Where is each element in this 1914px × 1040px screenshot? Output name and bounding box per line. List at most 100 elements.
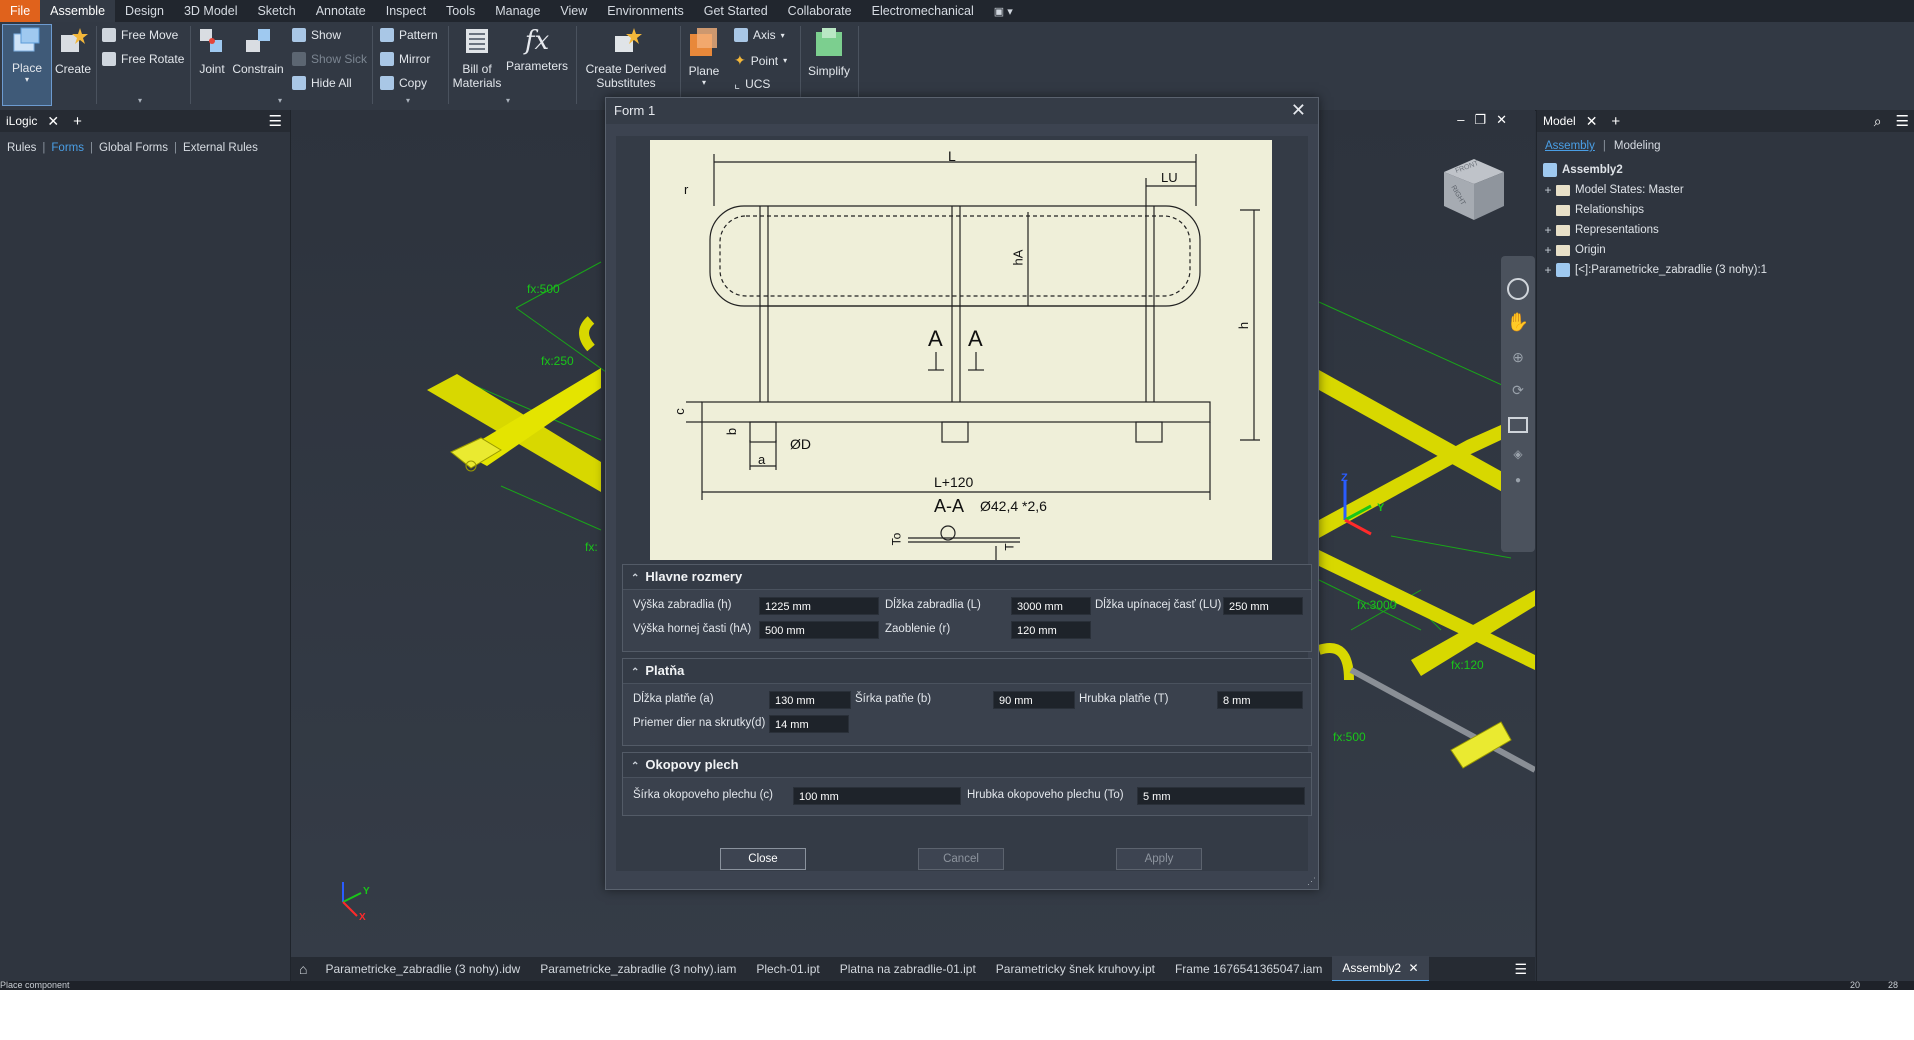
group-header[interactable]: ⌃ Okopovy plech [623, 753, 1311, 778]
assembly-subtab[interactable]: Assembly [1545, 140, 1595, 152]
close-tab-icon[interactable]: ✕ [1408, 961, 1418, 975]
external-rules-link[interactable]: External Rules [183, 142, 258, 154]
document-tab[interactable]: Platna na zabradlie-01.ipt [830, 962, 986, 976]
pattern-button[interactable]: Pattern [380, 28, 438, 42]
manage-panel-caret-icon[interactable]: ▾ [506, 96, 510, 105]
collapse-icon[interactable]: ⌃ [631, 573, 639, 584]
free-rotate-button[interactable]: Free Rotate [102, 52, 184, 66]
sirka-okopoveho-input[interactable]: 100 mm [793, 787, 961, 805]
menu-tools[interactable]: Tools [436, 0, 485, 22]
mirror-button[interactable]: Mirror [380, 52, 430, 66]
tab-list-icon[interactable]: ☰ [1514, 961, 1527, 978]
tree-item[interactable]: + Origin [1543, 240, 1914, 260]
close-button[interactable]: Close [720, 848, 806, 870]
close-icon[interactable]: ✕ [1586, 113, 1598, 130]
expand-icon[interactable]: + [1543, 263, 1553, 277]
create-derived-substitutes-button[interactable]: Create Derived Substitutes [580, 26, 672, 90]
resize-grip-icon[interactable]: ⋰ [1307, 876, 1316, 887]
view-face-icon[interactable]: ◈ [1501, 447, 1535, 461]
document-tab[interactable]: Parametricke_zabradlie (3 nohy).iam [530, 962, 746, 976]
dlzka-zabradlia-input[interactable]: 3000 mm [1011, 597, 1091, 615]
group-header[interactable]: ⌃ Hlavne rozmery [623, 565, 1311, 590]
nav-options-icon[interactable]: ● [1501, 475, 1535, 486]
axis-button[interactable]: Axis ▾ [734, 28, 785, 42]
menu-3d-model[interactable]: 3D Model [174, 0, 248, 22]
menu-inspect[interactable]: Inspect [376, 0, 436, 22]
place-button[interactable]: Place ▾ [2, 24, 52, 106]
close-window-icon[interactable]: ✕ [1496, 112, 1507, 128]
tree-item[interactable]: Relationships [1543, 200, 1914, 220]
dlzka-upinacej-input[interactable]: 250 mm [1223, 597, 1303, 615]
menu-get-started[interactable]: Get Started [694, 0, 778, 22]
tree-root[interactable]: Assembly2 [1543, 160, 1914, 180]
expand-icon[interactable]: + [1543, 183, 1553, 197]
menu-collaborate[interactable]: Collaborate [778, 0, 862, 22]
priemer-dier-input[interactable]: 14 mm [769, 715, 849, 733]
cancel-button[interactable]: Cancel [918, 848, 1004, 870]
apply-button[interactable]: Apply [1116, 848, 1202, 870]
dimension-label[interactable]: fx: [585, 540, 598, 554]
constrain-button[interactable]: Constrain [232, 26, 284, 76]
show-sick-button[interactable]: Show Sick [292, 52, 367, 66]
document-tab[interactable]: Frame 1676541365047.iam [1165, 962, 1332, 976]
menu-assemble[interactable]: Assemble [40, 0, 116, 22]
tree-item[interactable]: + Representations [1543, 220, 1914, 240]
point-button[interactable]: ✦ Point ▾ [734, 52, 787, 69]
document-tab[interactable]: Parametricky šnek kruhovy.ipt [986, 962, 1165, 976]
menu-electromechanical[interactable]: Electromechanical [862, 0, 984, 22]
pattern-panel-caret-icon[interactable]: ▾ [406, 96, 410, 105]
dimension-label[interactable]: fx:500 [527, 282, 560, 296]
restore-icon[interactable]: ❐ [1474, 112, 1486, 128]
vyska-zabradlia-input[interactable]: 1225 mm [759, 597, 879, 615]
home-icon[interactable]: ⌂ [291, 961, 315, 977]
menu-file[interactable]: File [0, 0, 41, 22]
dimension-label[interactable]: fx:500 [1333, 730, 1366, 744]
menu-manage[interactable]: Manage [485, 0, 550, 22]
document-tab[interactable]: Plech-01.ipt [746, 962, 829, 976]
plane-button[interactable]: Plane ▾ [684, 26, 724, 87]
search-icon[interactable]: ⌕ [1874, 113, 1882, 130]
show-button[interactable]: Show [292, 28, 341, 42]
rules-link[interactable]: Rules [7, 142, 36, 154]
dimension-label[interactable]: fx:250 [541, 354, 574, 368]
global-forms-link[interactable]: Global Forms [99, 142, 168, 154]
modeling-subtab[interactable]: Modeling [1614, 140, 1661, 152]
add-tab-icon[interactable]: + [1611, 113, 1620, 130]
hamburger-menu-icon[interactable]: ☰ [1896, 112, 1909, 130]
expand-icon[interactable]: + [1543, 243, 1553, 257]
close-icon[interactable]: ✕ [47, 113, 59, 130]
tree-item[interactable]: + Model States: Master [1543, 180, 1914, 200]
ilogic-tab[interactable]: iLogic [0, 114, 43, 128]
menu-environments[interactable]: Environments [597, 0, 693, 22]
simplify-button[interactable]: Simplify [804, 26, 854, 78]
viewcube[interactable]: FRONT RIGHT [1439, 154, 1509, 224]
relationships-panel-caret-icon[interactable]: ▾ [278, 96, 282, 105]
ucs-button[interactable]: ⌞ UCS [734, 76, 770, 92]
document-tab[interactable]: Parametricke_zabradlie (3 nohy).idw [315, 962, 530, 976]
position-panel-caret-icon[interactable]: ▾ [138, 96, 142, 105]
copy-button[interactable]: Copy [380, 76, 427, 90]
sirka-patne-input[interactable]: 90 mm [993, 691, 1075, 709]
collapse-icon[interactable]: ⌃ [631, 667, 639, 678]
menu-design[interactable]: Design [115, 0, 174, 22]
document-tab-active[interactable]: Assembly2 ✕ [1332, 956, 1429, 982]
dimension-label[interactable]: fx:120 [1451, 658, 1484, 672]
create-button[interactable]: Create [52, 26, 94, 76]
minimize-icon[interactable]: – [1457, 112, 1464, 128]
dialog-close-icon[interactable]: ✕ [1291, 100, 1306, 121]
menu-sketch[interactable]: Sketch [247, 0, 305, 22]
forms-link[interactable]: Forms [51, 142, 84, 154]
hide-all-button[interactable]: Hide All [292, 76, 352, 90]
menu-view[interactable]: View [550, 0, 597, 22]
pan-hand-icon[interactable]: ✋ [1501, 312, 1535, 333]
add-tab-icon[interactable]: + [73, 113, 82, 130]
hrubka-okopoveho-input[interactable]: 5 mm [1137, 787, 1305, 805]
ribbon-options-icon[interactable]: ▣ ▾ [994, 5, 1013, 18]
collapse-icon[interactable]: ⌃ [631, 761, 639, 772]
bill-of-materials-button[interactable]: Bill of Materials [452, 26, 502, 90]
dlzka-platne-input[interactable]: 130 mm [769, 691, 851, 709]
joint-button[interactable]: Joint [194, 26, 230, 76]
group-header[interactable]: ⌃ Platňa [623, 659, 1311, 684]
menu-annotate[interactable]: Annotate [306, 0, 376, 22]
parameters-button[interactable]: fx Parameters [506, 26, 568, 73]
